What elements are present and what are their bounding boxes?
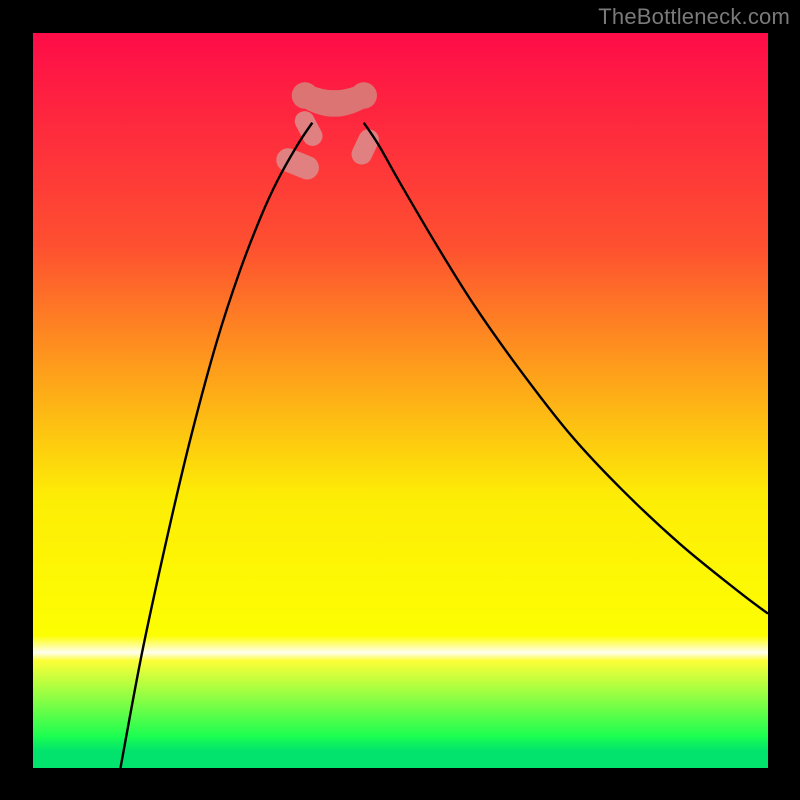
chart-container: TheBottleneck.com xyxy=(0,0,800,800)
marker-bridge-cap xyxy=(292,82,318,108)
watermark-label: TheBottleneck.com xyxy=(598,4,790,30)
marker-bridge-cap xyxy=(351,82,377,108)
gradient-background xyxy=(33,33,768,768)
bottleneck-chart xyxy=(0,0,800,800)
